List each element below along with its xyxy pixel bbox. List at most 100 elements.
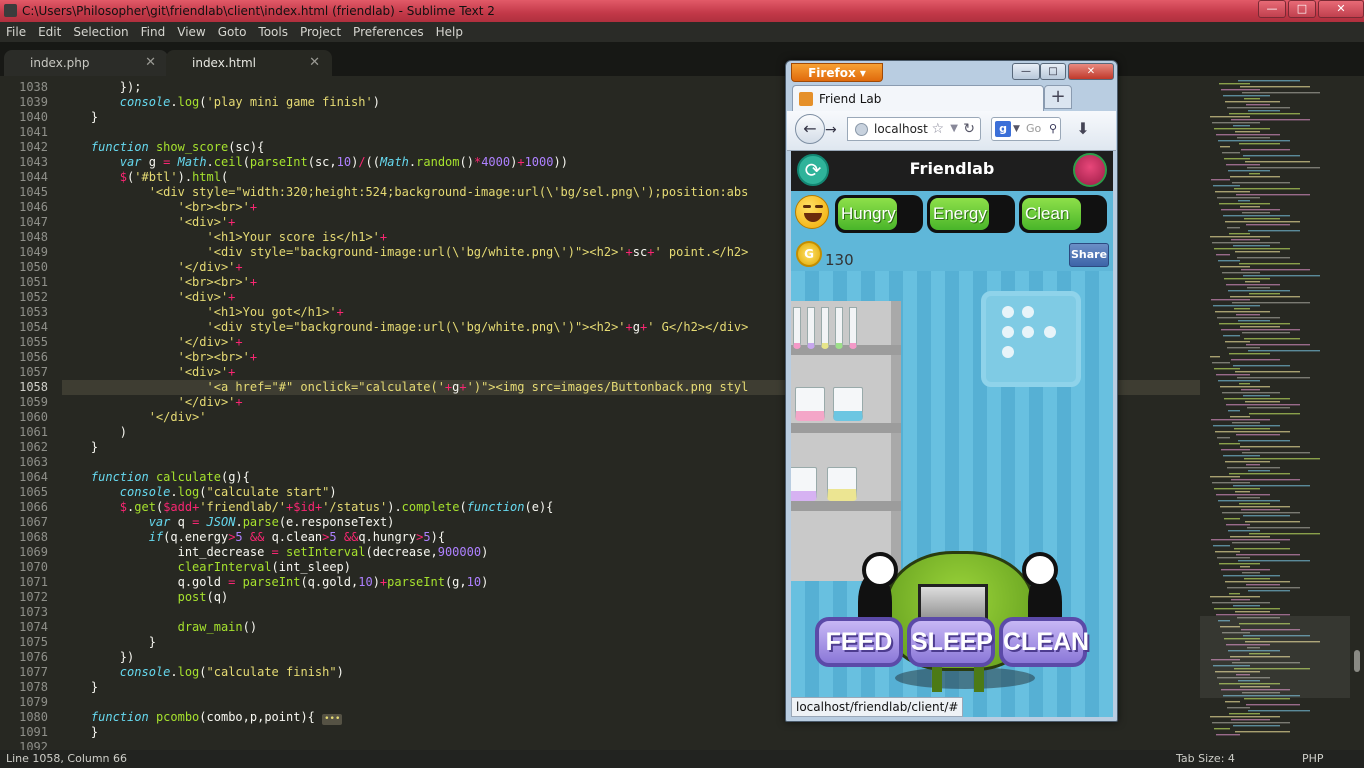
search-bar[interactable]: g ▼ Go ⚲	[991, 117, 1061, 141]
search-engine-dropdown-icon[interactable]: ▼	[1013, 118, 1020, 140]
url-bar[interactable]: localhost ☆ ▼ ↻	[847, 117, 981, 141]
code-line[interactable]: '</div>'	[62, 410, 207, 425]
close-tab-icon[interactable]: ✕	[145, 50, 156, 76]
menu-goto[interactable]: Goto	[212, 22, 253, 42]
code-line[interactable]: var q = JSON.parse(e.responseText)	[62, 515, 395, 530]
code-line[interactable]: '<h1>Your score is</h1>'+	[62, 230, 388, 245]
google-icon[interactable]: g	[995, 121, 1011, 137]
code-line[interactable]: function show_score(sc){	[62, 140, 264, 155]
code-line[interactable]: '<a href="#" onclick="calculate('+g+')">…	[62, 380, 749, 395]
minimap-line	[1233, 485, 1310, 487]
code-line[interactable]: '<div>'+	[62, 365, 236, 380]
code-line[interactable]: }	[62, 680, 98, 695]
menu-project[interactable]: Project	[294, 22, 347, 42]
code-line[interactable]: '<br><br>'+	[62, 200, 257, 215]
reload-icon[interactable]: ↻	[963, 118, 975, 140]
scrollbar-thumb[interactable]	[1354, 650, 1360, 672]
code-line[interactable]: console.log("calculate start")	[62, 485, 337, 500]
code-line[interactable]: var g = Math.ceil(parseInt(sc,10)/((Math…	[62, 155, 568, 170]
code-line[interactable]: '<br><br>'+	[62, 350, 257, 365]
menu-find[interactable]: Find	[135, 22, 172, 42]
new-tab-button[interactable]: +	[1044, 85, 1072, 109]
code-line[interactable]: '</div>'+	[62, 335, 243, 350]
syntax-setting[interactable]: PHP	[1302, 750, 1324, 768]
code-line[interactable]: '<h1>You got</h1>'+	[62, 305, 344, 320]
menu-edit[interactable]: Edit	[32, 22, 67, 42]
menu-tools[interactable]: Tools	[252, 22, 294, 42]
minimap[interactable]	[1200, 76, 1364, 750]
wall-panel	[981, 291, 1081, 387]
navigation-toolbar: ← → localhost ☆ ▼ ↻ g ▼ Go ⚲ ⬇	[787, 111, 1116, 151]
menu-preferences[interactable]: Preferences	[347, 22, 430, 42]
code-line[interactable]: console.log('play mini game finish')	[62, 95, 380, 110]
code-line[interactable]: console.log("calculate finish")	[62, 665, 344, 680]
code-line[interactable]: '<div>'+	[62, 215, 236, 230]
maximize-button[interactable]: □	[1288, 0, 1316, 18]
firefox-menu-button[interactable]: Firefox ▾	[791, 63, 883, 82]
minimap-line	[1222, 272, 1260, 274]
menu-view[interactable]: View	[171, 22, 211, 42]
code-line[interactable]: )	[62, 425, 127, 440]
code-line[interactable]: clearInterval(int_sleep)	[62, 560, 351, 575]
code-line[interactable]: '</div>'+	[62, 260, 243, 275]
code-line[interactable]: q.gold = parseInt(q.gold,10)+parseInt(g,…	[62, 575, 489, 590]
minimap-line	[1244, 218, 1280, 220]
minimize-button[interactable]: —	[1258, 0, 1286, 18]
ff-minimize-button[interactable]: —	[1012, 63, 1040, 80]
code-line[interactable]: }	[62, 635, 156, 650]
forward-button[interactable]: →	[825, 119, 845, 141]
code-line[interactable]: });	[62, 80, 142, 95]
code-line[interactable]: '<div style="background-image:url(\'bg/w…	[62, 320, 749, 335]
line-number: 1066	[19, 500, 48, 514]
close-tab-icon[interactable]: ✕	[309, 50, 320, 76]
code-line[interactable]: })	[62, 650, 134, 665]
code-line[interactable]: function calculate(g){	[62, 470, 250, 485]
minimap-line	[1218, 500, 1280, 502]
code-line[interactable]: function pcombo(combo,p,point){ •••	[62, 710, 343, 725]
code-line[interactable]: '<br><br>'+	[62, 275, 257, 290]
sleep-button[interactable]: SLEEP	[907, 617, 995, 667]
bookmark-star-icon[interactable]: ☆	[931, 118, 944, 140]
search-icon[interactable]: ⚲	[1049, 118, 1057, 140]
code-line[interactable]: $.get($add+'friendlab/'+$id+'/status').c…	[62, 500, 554, 515]
back-button[interactable]: ←	[795, 114, 825, 144]
code-line[interactable]: post(q)	[62, 590, 229, 605]
close-button[interactable]: ✕	[1318, 0, 1364, 18]
minimap-line	[1246, 704, 1300, 706]
code-line[interactable]: }	[62, 725, 98, 740]
code-line[interactable]: '<div>'+	[62, 290, 236, 305]
minimap-line	[1217, 317, 1280, 319]
code-line[interactable]: draw_main()	[62, 620, 257, 635]
menu-help[interactable]: Help	[430, 22, 469, 42]
code-line[interactable]: '</div>'+	[62, 395, 243, 410]
minimap-line	[1234, 428, 1270, 430]
minimap-line	[1231, 719, 1270, 721]
feed-button[interactable]: FEED	[815, 617, 903, 667]
download-icon[interactable]: ⬇	[1073, 119, 1093, 139]
line-number: 1048	[19, 230, 48, 244]
firefox-window: Firefox ▾ — □ ✕ Friend Lab + ← → localho…	[785, 60, 1118, 722]
menu-selection[interactable]: Selection	[67, 22, 134, 42]
code-line[interactable]: int_decrease = setInterval(decrease,9000…	[62, 545, 489, 560]
ff-close-button[interactable]: ✕	[1068, 63, 1114, 80]
share-button[interactable]: Share	[1069, 243, 1109, 267]
code-line[interactable]: }	[62, 110, 98, 125]
clean-button[interactable]: CLEAN	[999, 617, 1089, 667]
tab-label: index.php	[30, 56, 90, 70]
code-line[interactable]: '<div style="width:320;height:524;backgr…	[62, 185, 749, 200]
code-line[interactable]: if(q.energy>5 && q.clean>5 &&q.hungry>5)…	[62, 530, 445, 545]
minimap-line	[1249, 533, 1320, 535]
browser-tab[interactable]: Friend Lab	[792, 85, 1044, 111]
url-dropdown-icon[interactable]: ▼	[950, 118, 958, 140]
menu-file[interactable]: File	[0, 22, 32, 42]
tab-index-php[interactable]: index.php ✕	[4, 50, 168, 76]
folded-code-marker[interactable]: •••	[322, 714, 343, 725]
code-line[interactable]: '<div style="background-image:url(\'bg/w…	[62, 245, 749, 260]
minimap-viewport[interactable]	[1200, 616, 1350, 698]
code-line[interactable]: }	[62, 440, 98, 455]
monster-avatar-icon[interactable]	[1073, 153, 1107, 187]
ff-maximize-button[interactable]: □	[1040, 63, 1066, 80]
tab-index-html[interactable]: index.html ✕	[166, 50, 332, 76]
code-line[interactable]: $('#btl').html(	[62, 170, 228, 185]
tab-size-setting[interactable]: Tab Size: 4	[1176, 750, 1235, 768]
